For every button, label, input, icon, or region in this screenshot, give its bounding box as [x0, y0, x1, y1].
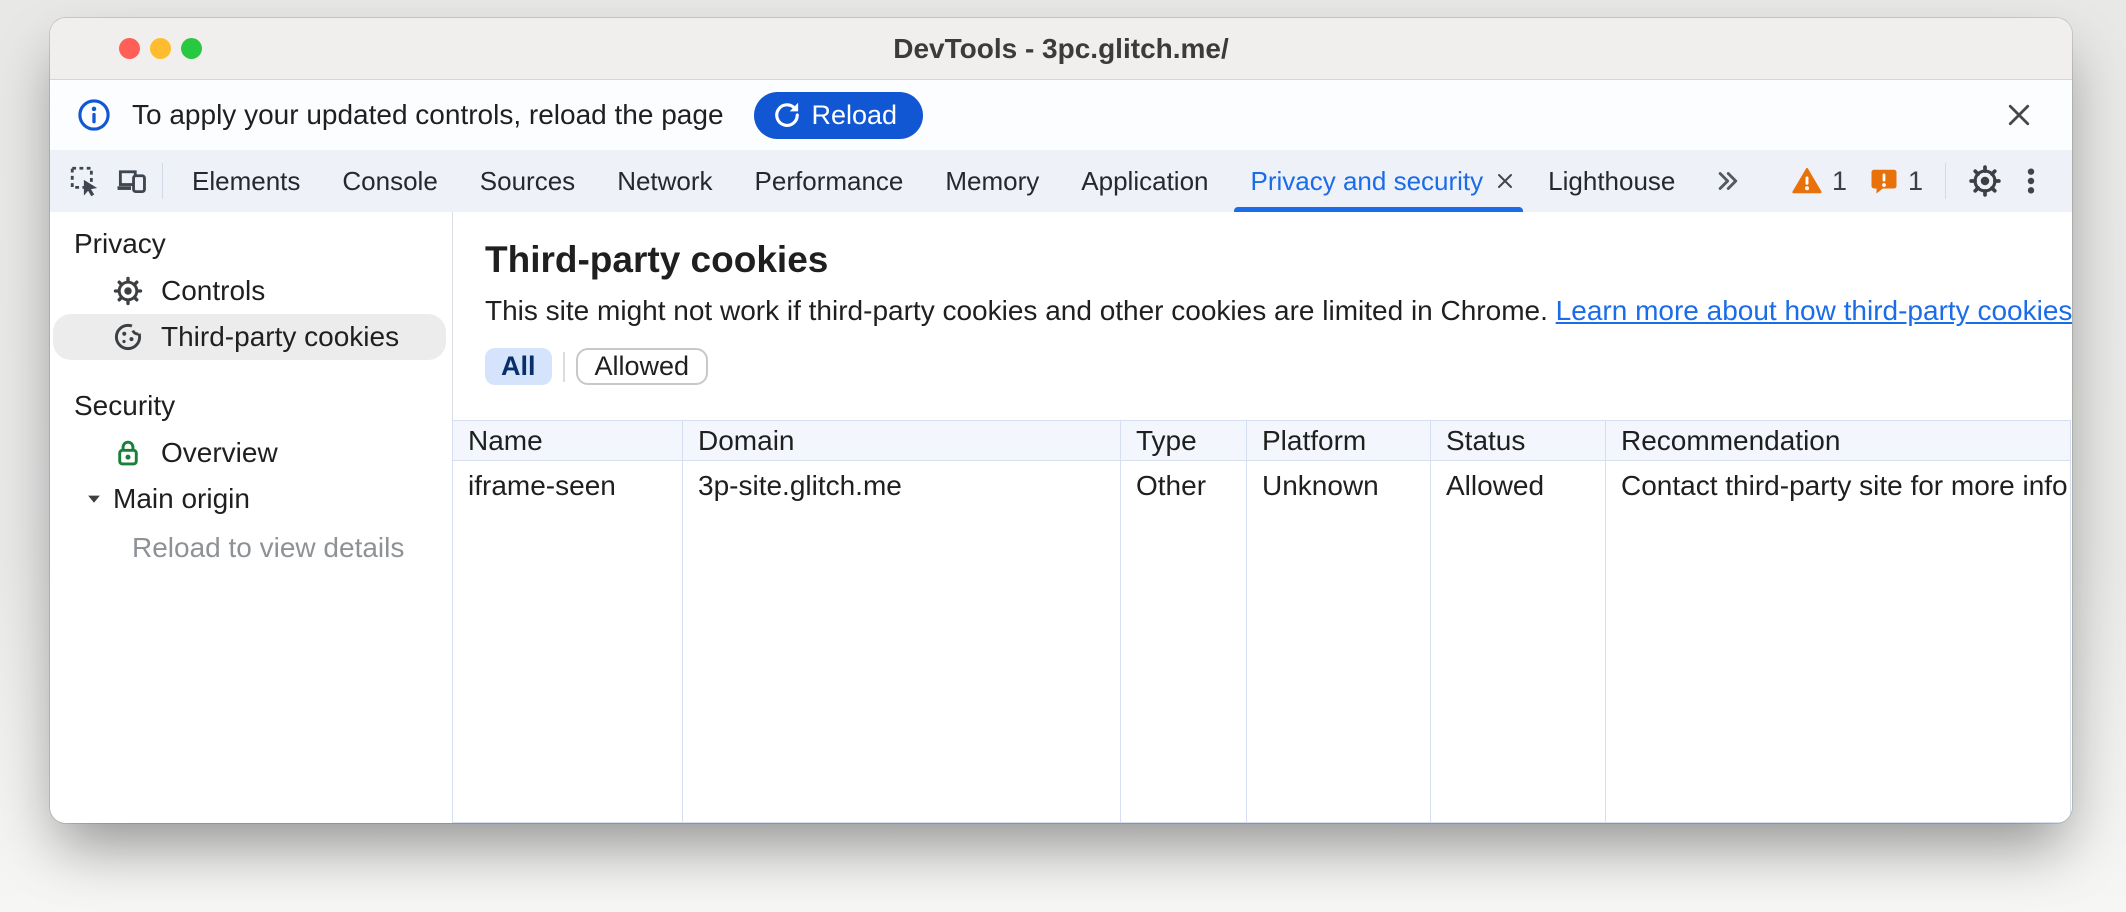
tab-performance[interactable]: Performance — [734, 150, 925, 212]
sidebar-section-privacy: Privacy — [50, 226, 452, 262]
kebab-menu-icon[interactable] — [2008, 158, 2054, 204]
table-filler-column — [1247, 511, 1431, 822]
tab-memory[interactable]: Memory — [924, 150, 1060, 212]
filter-chips: All Allowed — [485, 348, 2072, 385]
sidebar-section-security: Security — [50, 388, 452, 424]
table-cell-type[interactable]: Other — [1121, 461, 1247, 511]
devtools-toolbar: Elements Console Sources Network Perform… — [50, 150, 2072, 212]
tab-lighthouse[interactable]: Lighthouse — [1527, 150, 1696, 212]
reload-button-label: Reload — [812, 100, 898, 131]
table-cell-platform[interactable]: Unknown — [1247, 461, 1431, 511]
tab-close-icon[interactable] — [1493, 169, 1517, 193]
privacy-security-sidebar: Privacy Controls — [50, 212, 453, 823]
settings-gear-icon[interactable] — [1962, 158, 2008, 204]
sidebar-item-controls[interactable]: Controls — [53, 268, 446, 314]
infobar-close-icon[interactable] — [2002, 98, 2036, 132]
description-text: This site might not work if third-party … — [485, 295, 1548, 326]
more-tabs-icon[interactable] — [1696, 150, 1758, 212]
traffic-lights — [119, 18, 202, 79]
tab-sources[interactable]: Sources — [459, 150, 596, 212]
gear-icon — [112, 275, 144, 307]
titlebar: DevTools - 3pc.glitch.me/ — [50, 18, 2072, 80]
tab-network[interactable]: Network — [596, 150, 733, 212]
chip-divider — [563, 352, 565, 382]
table-filler-column — [683, 511, 1121, 822]
table-cell-name[interactable]: iframe-seen — [453, 461, 683, 511]
column-header-recommendation[interactable]: Recommendation — [1606, 421, 2070, 461]
issue-count: 1 — [1908, 166, 1923, 197]
info-icon — [76, 97, 112, 133]
minimize-window-button[interactable] — [150, 38, 171, 59]
tab-privacy-and-security[interactable]: Privacy and security — [1230, 150, 1528, 212]
third-party-cookies-panel: Third-party cookies This site might not … — [453, 212, 2072, 823]
tab-application[interactable]: Application — [1060, 150, 1229, 212]
table-filler-column — [1431, 511, 1606, 822]
tab-console[interactable]: Console — [321, 150, 458, 212]
table-filler-column — [1606, 511, 2070, 822]
table-cell-recommendation[interactable]: Contact third-party site for more info — [1606, 461, 2070, 511]
toolbar-divider — [1945, 163, 1946, 199]
column-header-name[interactable]: Name — [453, 421, 683, 461]
sidebar-item-third-party-cookies[interactable]: Third-party cookies — [53, 314, 446, 360]
table-filler-column — [453, 511, 683, 822]
issue-icon — [1869, 166, 1899, 196]
column-header-type[interactable]: Type — [1121, 421, 1247, 461]
panel-tabs: Elements Console Sources Network Perform… — [171, 150, 1758, 212]
table-cell-domain[interactable]: 3p-site.glitch.me — [683, 461, 1121, 511]
sidebar-item-main-origin[interactable]: Main origin — [53, 476, 446, 522]
issues-counter[interactable]: 1 — [1869, 166, 1923, 197]
cookies-table: Name Domain Type Platform Status Recomme… — [452, 420, 2071, 823]
tab-elements[interactable]: Elements — [171, 150, 321, 212]
warnings-counter[interactable]: 1 — [1791, 165, 1847, 197]
column-header-platform[interactable]: Platform — [1247, 421, 1431, 461]
close-window-button[interactable] — [119, 38, 140, 59]
table-cell-status[interactable]: Allowed — [1431, 461, 1606, 511]
reload-note: Reload to view details — [132, 532, 452, 564]
panel-content: Privacy Controls — [50, 212, 2072, 823]
filter-chip-allowed[interactable]: Allowed — [576, 348, 709, 385]
table-filler-column — [1121, 511, 1247, 822]
maximize-window-button[interactable] — [181, 38, 202, 59]
filter-chip-all[interactable]: All — [485, 348, 552, 385]
infobar-message: To apply your updated controls, reload t… — [132, 99, 724, 131]
window-title: DevTools - 3pc.glitch.me/ — [50, 33, 2072, 65]
caret-down-icon[interactable] — [84, 489, 104, 509]
column-header-domain[interactable]: Domain — [683, 421, 1121, 461]
lock-icon — [112, 437, 144, 469]
sidebar-item-label: Overview — [161, 437, 278, 469]
sidebar-item-overview[interactable]: Overview — [53, 430, 446, 476]
reload-button[interactable]: Reload — [754, 92, 924, 139]
cookie-icon — [112, 321, 144, 353]
reload-icon — [772, 100, 802, 130]
devtools-window: DevTools - 3pc.glitch.me/ To apply your … — [50, 18, 2072, 823]
warning-icon — [1791, 165, 1823, 197]
device-toolbar-icon[interactable] — [108, 158, 154, 204]
toolbar-divider — [162, 163, 163, 199]
sidebar-item-label: Third-party cookies — [161, 321, 399, 353]
toolbar-right-cluster: 1 1 — [1769, 158, 2054, 204]
sidebar-item-label: Main origin — [113, 483, 250, 515]
infobar: To apply your updated controls, reload t… — [50, 80, 2072, 150]
sidebar-item-label: Controls — [161, 275, 265, 307]
learn-more-link[interactable]: Learn more about how third-party cookies… — [1556, 295, 2072, 326]
page-title: Third-party cookies — [485, 238, 2072, 282]
inspect-element-icon[interactable] — [62, 158, 108, 204]
column-header-status[interactable]: Status — [1431, 421, 1606, 461]
warning-count: 1 — [1832, 166, 1847, 197]
panel-description: This site might not work if third-party … — [485, 292, 2072, 330]
